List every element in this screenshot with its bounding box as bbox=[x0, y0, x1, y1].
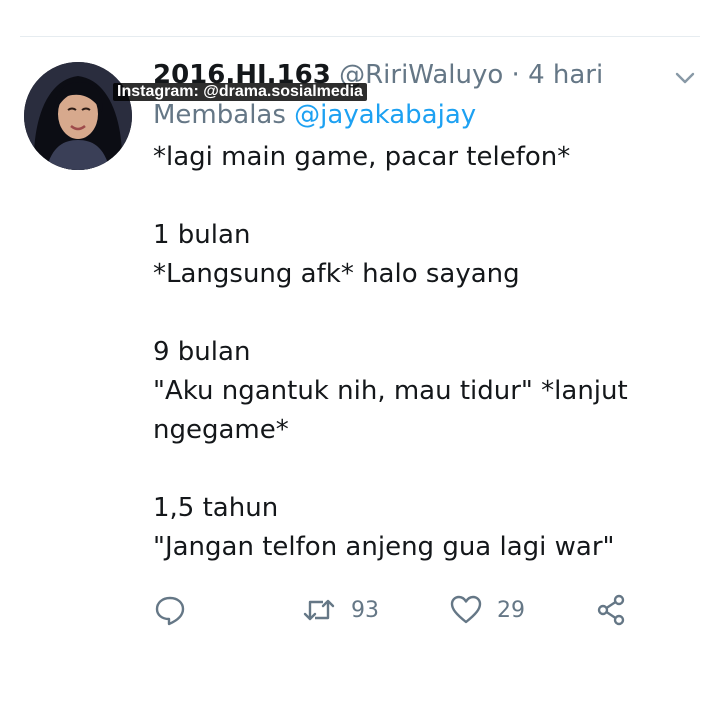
avatar[interactable] bbox=[24, 62, 132, 170]
top-divider bbox=[20, 36, 700, 37]
retweet-count: 93 bbox=[351, 597, 379, 623]
tweet-text-line: "Aku ngantuk nih, mau tidur" *lanjut bbox=[153, 376, 628, 406]
tweet-text-line: 1,5 tahun bbox=[153, 493, 279, 523]
tweet-text-line: *Langsung afk* halo sayang bbox=[153, 259, 520, 289]
tweet-text-line: *lagi main game, pacar telefon* bbox=[153, 142, 571, 172]
chevron-down-icon[interactable] bbox=[674, 70, 696, 86]
retweet-button[interactable]: 93 bbox=[301, 590, 379, 630]
reply-mention[interactable]: @jayakabajay bbox=[294, 100, 476, 130]
separator-dot: · bbox=[511, 60, 520, 90]
tweet-text-line: 1 bulan bbox=[153, 220, 251, 250]
share-button[interactable] bbox=[595, 590, 629, 630]
share-icon bbox=[597, 594, 625, 626]
avatar-image bbox=[24, 62, 132, 170]
reply-context: Membalas @jayakabajay bbox=[153, 98, 673, 132]
heart-icon bbox=[450, 595, 482, 624]
like-button[interactable]: 29 bbox=[449, 590, 525, 630]
tweet-body: 2016.HI.163 @RiriWaluyo · 4 hari Instagr… bbox=[113, 56, 673, 567]
like-count: 29 bbox=[497, 597, 525, 623]
watermark: Instagram: @drama.sosialmedia bbox=[113, 83, 367, 101]
retweet-icon bbox=[303, 599, 335, 621]
timestamp[interactable]: 4 hari bbox=[528, 60, 603, 90]
reply-prefix: Membalas bbox=[153, 100, 286, 130]
tweet-text-line: "Jangan telfon anjeng gua lagi war" bbox=[153, 532, 615, 562]
tweet-header: 2016.HI.163 @RiriWaluyo · 4 hari Instagr… bbox=[113, 56, 673, 101]
reply-button[interactable] bbox=[153, 590, 187, 630]
tweet-actions: 93 29 bbox=[153, 590, 633, 630]
tweet-text: *lagi main game, pacar telefon* 1 bulan *L… bbox=[153, 138, 673, 567]
tweet-text-line: 9 bulan bbox=[153, 337, 251, 367]
speech-bubble-icon bbox=[155, 596, 185, 626]
tweet-text-line: ngegame* bbox=[153, 415, 289, 445]
